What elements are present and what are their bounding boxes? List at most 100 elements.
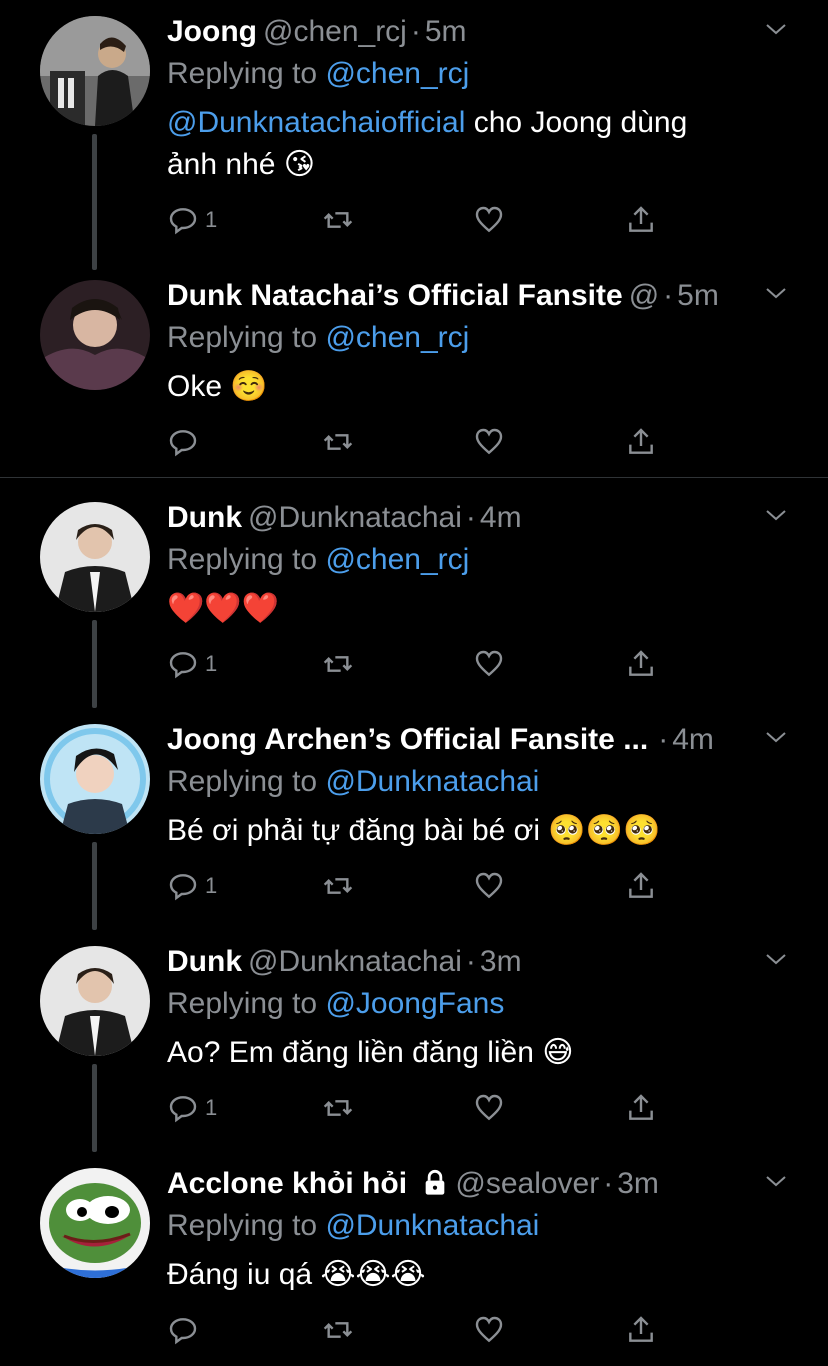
replying-to: Replying to @chen_rcj xyxy=(167,318,469,358)
tweet-text-part: cho Joong dùng xyxy=(465,106,688,139)
share-icon xyxy=(629,428,653,454)
retweet-button[interactable] xyxy=(322,644,354,684)
reply-button[interactable]: 1 xyxy=(167,1088,217,1128)
reply-button[interactable] xyxy=(167,1310,205,1350)
timestamp[interactable]: 5m xyxy=(677,279,719,312)
chevron-down-icon[interactable] xyxy=(764,1170,788,1194)
reply-mention-link[interactable]: @Dunknatachai xyxy=(325,1209,539,1242)
reply-icon xyxy=(169,1318,197,1345)
reply-mention-link[interactable]: @chen_rcj xyxy=(325,57,469,90)
share-button[interactable] xyxy=(625,1310,657,1350)
tweet[interactable]: Dunk @Dunknatachai · 4m Replying to @chen_r… xyxy=(0,486,828,708)
user-handle[interactable]: @chen_rcj xyxy=(263,15,407,48)
tweet-header: Acclone khỏi hỏi @sealover · 3m xyxy=(167,1164,738,1204)
retweet-icon xyxy=(323,1100,353,1116)
timestamp[interactable]: 4m xyxy=(480,501,522,534)
share-button[interactable] xyxy=(625,200,657,240)
reply-count: 1 xyxy=(205,873,218,898)
retweet-button[interactable] xyxy=(322,1310,354,1350)
thread-line xyxy=(92,620,97,708)
display-name[interactable]: Dunk xyxy=(167,945,242,978)
reply-mention-link[interactable]: @chen_rcj xyxy=(325,321,469,354)
like-button[interactable] xyxy=(473,866,505,906)
retweet-button[interactable] xyxy=(322,200,354,240)
tweet[interactable]: Joong @chen_rcj · 5m Replying to @chen_rcj … xyxy=(0,0,828,270)
avatar[interactable] xyxy=(40,280,150,390)
like-button[interactable] xyxy=(473,422,505,462)
reply-icon xyxy=(169,1096,197,1123)
display-name[interactable]: Joong xyxy=(167,15,257,48)
user-handle[interactable]: @ xyxy=(629,279,659,312)
display-name[interactable]: Joong Archen’s Official Fansite ... xyxy=(167,723,648,756)
retweet-button[interactable] xyxy=(322,1088,354,1128)
like-button[interactable] xyxy=(473,200,505,240)
timestamp[interactable]: 5m xyxy=(425,15,467,48)
replying-to: Replying to @JoongFans xyxy=(167,984,504,1024)
replying-to: Replying to @chen_rcj xyxy=(167,54,469,94)
reply-button[interactable]: 1 xyxy=(167,200,217,240)
tweet-text: Bé ơi phải tự đăng bài bé ơi 🥺🥺🥺 xyxy=(167,814,661,847)
tweet-text: Oke ☺️ xyxy=(167,370,268,403)
share-button[interactable] xyxy=(625,1088,657,1128)
heart-icon xyxy=(475,1316,503,1343)
tweet[interactable]: Dunk Natachai’s Official Fansite @ · 5m Rep… xyxy=(0,264,828,476)
tweet-actions: 1 xyxy=(167,200,697,240)
avatar[interactable] xyxy=(40,16,150,126)
heart-icon xyxy=(475,1094,503,1121)
reply-button[interactable]: 1 xyxy=(167,866,217,906)
retweet-icon xyxy=(323,656,353,672)
share-button[interactable] xyxy=(625,644,657,684)
like-button[interactable] xyxy=(473,644,505,684)
user-handle[interactable]: @Dunknatachai xyxy=(248,945,462,978)
reply-button[interactable] xyxy=(167,422,205,462)
avatar[interactable] xyxy=(40,1168,150,1278)
reply-button[interactable]: 1 xyxy=(167,644,217,684)
reply-mention-link[interactable]: @chen_rcj xyxy=(325,543,469,576)
like-button[interactable] xyxy=(473,1310,505,1350)
tweet-actions: 1 xyxy=(167,866,697,906)
heart-icon xyxy=(475,650,503,677)
retweet-button[interactable] xyxy=(322,866,354,906)
timestamp[interactable]: 3m xyxy=(480,945,522,978)
divider xyxy=(0,477,828,478)
separator: · xyxy=(410,15,421,48)
tweet-header: Joong Archen’s Official Fansite ... · 4m xyxy=(167,720,738,760)
like-button[interactable] xyxy=(473,1088,505,1128)
tweet-text-line2: ảnh nhé 😘 xyxy=(167,148,316,181)
tweet[interactable]: Acclone khỏi hỏi @sealover · 3m Replying t… xyxy=(0,1152,828,1366)
tweet-text: @Dunknatachaiofficial cho Joong dùng ảnh… xyxy=(167,102,767,186)
retweet-button[interactable] xyxy=(322,422,354,462)
mention-link[interactable]: @Dunknatachaiofficial xyxy=(167,106,465,139)
tweet-text: Ao? Em đăng liền đăng liền 😅 xyxy=(167,1036,574,1069)
chevron-down-icon[interactable] xyxy=(764,18,788,42)
timestamp[interactable]: 4m xyxy=(672,723,714,756)
chevron-down-icon[interactable] xyxy=(764,282,788,306)
replying-label: Replying to xyxy=(167,57,326,90)
replying-label: Replying to xyxy=(167,543,326,576)
share-button[interactable] xyxy=(625,422,657,462)
replying-label: Replying to xyxy=(167,321,326,354)
reply-mention-link[interactable]: @Dunknatachai xyxy=(325,765,539,798)
share-icon xyxy=(629,1094,653,1120)
share-icon xyxy=(629,206,653,232)
avatar[interactable] xyxy=(40,724,150,834)
display-name[interactable]: Dunk xyxy=(167,501,242,534)
chevron-down-icon[interactable] xyxy=(764,726,788,750)
tweet[interactable]: Dunk @Dunknatachai · 3m Replying to @JoongF… xyxy=(0,930,828,1152)
display-name[interactable]: Acclone khỏi hỏi xyxy=(167,1167,407,1200)
user-handle[interactable]: @sealover xyxy=(455,1167,599,1200)
share-button[interactable] xyxy=(625,866,657,906)
share-icon xyxy=(629,650,653,676)
lock-icon xyxy=(426,1169,445,1195)
heart-icon xyxy=(475,872,503,899)
avatar[interactable] xyxy=(40,946,150,1056)
display-name[interactable]: Dunk Natachai’s Official Fansite xyxy=(167,279,623,312)
user-handle[interactable]: @Dunknatachai xyxy=(248,501,462,534)
avatar[interactable] xyxy=(40,502,150,612)
chevron-down-icon[interactable] xyxy=(764,948,788,972)
chevron-down-icon[interactable] xyxy=(764,504,788,528)
tweet[interactable]: Joong Archen’s Official Fansite ... · 4m R… xyxy=(0,708,828,930)
tweet-header: Joong @chen_rcj · 5m xyxy=(167,12,738,52)
timestamp[interactable]: 3m xyxy=(617,1167,659,1200)
reply-mention-link[interactable]: @JoongFans xyxy=(325,987,504,1020)
